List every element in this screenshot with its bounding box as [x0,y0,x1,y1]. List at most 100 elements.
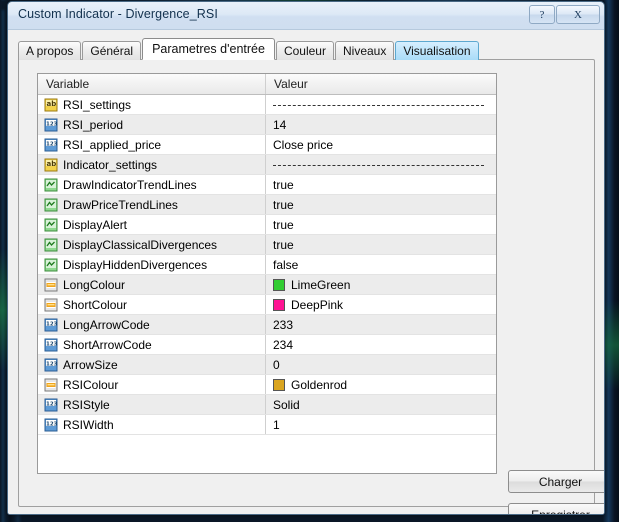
cell-value[interactable]: 233 [266,315,496,334]
column-header-variable[interactable]: Variable [38,74,266,94]
cell-value[interactable]: 14 [266,115,496,134]
cell-value[interactable]: Goldenrod [266,375,496,394]
table-row[interactable]: 123 LongArrowCode 233 [38,315,496,335]
cell-variable[interactable]: DisplayAlert [38,215,266,234]
parameters-grid[interactable]: Variable Valeur abRSI_settings 123 RSI_per… [37,73,497,474]
cell-value[interactable]: true [266,235,496,254]
tab-niveaux[interactable]: Niveaux [335,41,394,60]
value-text: 0 [273,358,280,372]
variable-name: ShortArrowCode [63,338,152,352]
variable-name: LongColour [63,278,125,292]
dialog-content: A propos Général Parametres d'entrée Cou… [14,33,599,511]
cell-variable[interactable]: DrawIndicatorTrendLines [38,175,266,194]
number-icon: 123 [44,418,58,432]
color-icon [44,278,58,292]
value-text: DeepPink [291,298,343,312]
cell-value[interactable]: true [266,175,496,194]
table-row[interactable]: 123 RSIWidth 1 [38,415,496,435]
table-row[interactable]: ShortColour DeepPink [38,295,496,315]
svg-text:ab: ab [47,100,57,108]
value-text: 233 [273,318,293,332]
value-text: true [273,198,294,212]
table-row[interactable]: DisplayHiddenDivergencesfalse [38,255,496,275]
value-text: LimeGreen [291,278,350,292]
cell-value[interactable]: LimeGreen [266,275,496,294]
cell-value[interactable]: 0 [266,355,496,374]
cell-value[interactable]: 1 [266,415,496,434]
cell-variable[interactable]: 123 ShortArrowCode [38,335,266,354]
cell-value[interactable] [266,95,496,114]
tab-page-parametres: Variable Valeur abRSI_settings 123 RSI_per… [18,59,595,507]
number-icon: 123 [44,318,58,332]
number-icon: 123 [44,138,58,152]
number-icon: 123 [44,398,58,412]
cell-value[interactable] [266,155,496,174]
svg-text:123: 123 [46,141,58,147]
custom-indicator-dialog: Custom Indicator - Divergence_RSI ? X A … [7,1,605,515]
svg-text:ab: ab [47,160,57,168]
cell-value[interactable]: true [266,195,496,214]
color-swatch [273,379,285,391]
tab-parametres-d-entree[interactable]: Parametres d'entrée [142,38,275,60]
cell-value[interactable]: 234 [266,335,496,354]
tab-general[interactable]: Général [82,41,141,60]
cell-value[interactable]: false [266,255,496,274]
cell-variable[interactable]: 123ArrowSize [38,355,266,374]
column-header-valeur[interactable]: Valeur [266,74,496,94]
table-row[interactable]: LongColour LimeGreen [38,275,496,295]
svg-text:123: 123 [46,121,58,127]
color-swatch [273,279,285,291]
table-row[interactable]: 123RSIStyleSolid [38,395,496,415]
table-row[interactable]: abRSI_settings [38,95,496,115]
table-row[interactable]: 123 ShortArrowCode 234 [38,335,496,355]
cell-value[interactable]: true [266,215,496,234]
cell-variable[interactable]: 123 RSI_period [38,115,266,134]
cell-variable[interactable]: RSIColour [38,375,266,394]
variable-name: DrawIndicatorTrendLines [63,178,197,192]
table-row[interactable]: DisplayAlerttrue [38,215,496,235]
table-row[interactable]: DrawIndicatorTrendLines true [38,175,496,195]
charger-button[interactable]: Charger [508,470,605,493]
value-text: true [273,238,294,252]
cell-variable[interactable]: DisplayHiddenDivergences [38,255,266,274]
table-row[interactable]: 123ArrowSize 0 [38,355,496,375]
help-button[interactable]: ? [529,5,555,24]
number-icon: 123 [44,358,58,372]
tab-couleur[interactable]: Couleur [276,41,334,60]
table-row[interactable]: 123RSI_applied_priceClose price [38,135,496,155]
title-bar[interactable]: Custom Indicator - Divergence_RSI ? X [8,2,604,30]
cell-value[interactable]: Close price [266,135,496,154]
cell-variable[interactable]: 123 LongArrowCode [38,315,266,334]
cell-variable[interactable]: abRSI_settings [38,95,266,114]
variable-name: LongArrowCode [63,318,150,332]
table-row[interactable]: DrawPriceTrendLines true [38,195,496,215]
tab-a-propos[interactable]: A propos [18,41,81,60]
table-row[interactable]: RSIColourGoldenrod [38,375,496,395]
cell-variable[interactable]: DisplayClassicalDivergences [38,235,266,254]
table-row[interactable]: DisplayClassicalDivergences true [38,235,496,255]
table-row[interactable]: 123 RSI_period 14 [38,115,496,135]
value-text: 1 [273,418,280,432]
svg-text:123: 123 [46,401,58,407]
tab-visualisation[interactable]: Visualisation [395,41,478,60]
bool-icon [44,178,58,192]
cell-variable[interactable]: LongColour [38,275,266,294]
variable-name: RSI_period [63,118,123,132]
cell-variable[interactable]: 123RSIStyle [38,395,266,414]
svg-text:123: 123 [46,341,58,347]
close-button[interactable]: X [556,5,600,24]
cell-variable[interactable]: DrawPriceTrendLines [38,195,266,214]
cell-variable[interactable]: ShortColour [38,295,266,314]
cell-variable[interactable]: 123 RSIWidth [38,415,266,434]
table-row[interactable]: abIndicator_settings [38,155,496,175]
tab-strip: A propos Général Parametres d'entrée Cou… [18,38,480,60]
svg-text:123: 123 [46,321,58,327]
color-icon [44,298,58,312]
variable-name: RSIWidth [63,418,114,432]
cell-variable[interactable]: 123RSI_applied_price [38,135,266,154]
cell-value[interactable]: DeepPink [266,295,496,314]
svg-text:123: 123 [46,421,58,427]
cell-variable[interactable]: abIndicator_settings [38,155,266,174]
cell-value[interactable]: Solid [266,395,496,414]
variable-name: ShortColour [63,298,127,312]
